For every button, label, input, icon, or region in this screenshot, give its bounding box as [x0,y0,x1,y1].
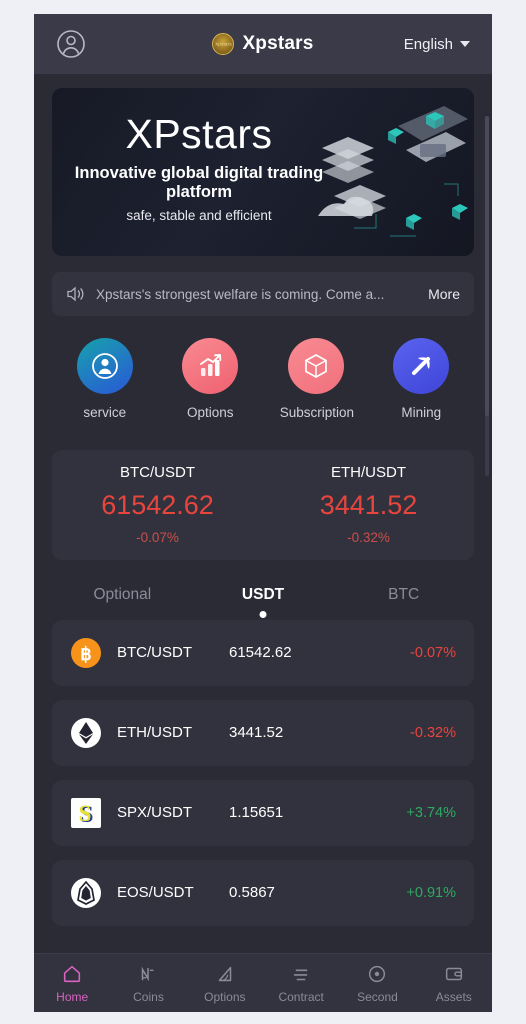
bottom-navigation: Home Coins Options Contract Second Asset… [34,953,492,1012]
tab-label: BTC [388,585,420,603]
nav-label: Options [204,989,246,1004]
target-icon [369,965,386,982]
chevron-down-icon [460,41,470,47]
scroll-container: XPstars Innovative global digital tradin… [34,74,492,953]
quick-action-options[interactable]: Options [158,338,264,422]
nav-item-second[interactable]: Second [339,963,415,1004]
price-card-change: -0.32% [347,530,390,546]
eos-icon [70,877,102,909]
quick-action-label: Mining [401,405,442,420]
nav-label: Coins [133,989,164,1004]
app-viewport: Xpstars Xpstars English XPstars Innovati… [34,14,492,1012]
spx-icon: S S [70,797,102,829]
customer-service-icon [76,338,133,394]
nav-item-assets[interactable]: Assets [416,963,492,1004]
active-tab-indicator [259,610,267,618]
nav-label: Assets [435,989,472,1004]
row-change: -0.32% [410,724,456,741]
price-card-eth[interactable]: ETH/USDT 3441.52 -0.32% [263,464,474,545]
nav-item-coins[interactable]: Coins [110,963,186,1004]
tab-btc[interactable]: BTC [333,586,474,620]
nav-item-home[interactable]: Home [34,963,110,1004]
language-selector[interactable]: English [404,36,470,53]
svg-text:฿: ฿ [80,644,91,664]
wallet-icon [445,967,462,980]
row-price: 61542.62 [229,644,292,662]
language-label: English [403,35,453,53]
triangle-icon [218,966,232,981]
announcement-bar[interactable]: Xpstars's strongest welfare is coming. C… [52,272,474,316]
price-card-pair: ETH/USDT [331,464,406,482]
tab-usdt[interactable]: USDT [193,586,334,620]
table-row[interactable]: ฿ BTC/USDT 61542.62 -0.07% [52,619,474,686]
price-summary: BTC/USDT 61542.62 -0.07% ETH/USDT 3441.5… [52,449,474,560]
table-row[interactable]: EOS/USDT 0.5867 +0.91% [52,859,474,926]
market-tabs: Optional USDT BTC [52,586,474,620]
bar-chart-arrow-icon [182,338,239,394]
brand-name: Xpstars [242,33,314,54]
app-header: Xpstars Xpstars English [34,14,492,74]
logo-seal-text: Xpstars [215,41,232,47]
price-card-pair: BTC/USDT [120,464,195,482]
row-change: -0.07% [410,644,456,661]
quick-action-label: Subscription [279,405,355,420]
tab-optional[interactable]: Optional [52,586,193,620]
row-price: 0.5867 [229,884,275,902]
announcement-more-link[interactable]: More [428,286,460,302]
price-card-btc[interactable]: BTC/USDT 61542.62 -0.07% [52,464,263,545]
quick-action-mining[interactable]: Mining [369,338,475,422]
tab-label: Optional [93,585,152,603]
ethereum-icon [70,717,102,749]
speaker-icon [67,286,84,302]
nav-label: Second [357,989,398,1004]
row-symbol: EOS/USDT [117,884,194,902]
row-symbol: BTC/USDT [117,644,192,662]
tab-label: USDT [241,585,285,603]
quick-action-label: Options [186,405,234,420]
quick-action-service[interactable]: service [52,338,158,422]
lines-icon [293,969,308,980]
svg-text:S: S [79,801,92,826]
row-price: 1.15651 [229,804,284,822]
row-symbol: ETH/USDT [117,724,192,742]
nav-item-options[interactable]: Options [187,963,263,1004]
row-price: 3441.52 [229,724,284,742]
scrollbar-thumb[interactable] [485,116,489,416]
nav-label: Home [56,989,89,1004]
xpstars-logo-icon: Xpstars [212,33,235,55]
announcement-text: Xpstars's strongest welfare is coming. C… [96,286,385,302]
table-row[interactable]: ETH/USDT 3441.52 -0.32% [52,699,474,766]
promo-banner[interactable]: XPstars Innovative global digital tradin… [52,88,474,256]
user-circle-icon[interactable] [56,29,86,59]
table-row[interactable]: S S SPX/USDT 1.15651 +3.74% [52,779,474,846]
zigzag-icon [142,966,154,981]
row-change: +3.74% [406,804,456,821]
cube-icon [287,338,344,394]
home-icon [64,965,81,982]
price-card-change: -0.07% [136,530,179,546]
pickaxe-icon [393,338,450,394]
banner-illustration [318,106,468,237]
quick-action-label: service [83,405,127,420]
bitcoin-icon: ฿ [70,637,102,669]
row-change: +0.91% [406,884,456,901]
row-symbol: SPX/USDT [117,804,193,822]
nav-label: Contract [278,989,324,1004]
quick-actions: service Options Subscription Mining [52,338,474,422]
quick-action-subscription[interactable]: Subscription [263,338,369,422]
vertical-scrollbar[interactable] [485,116,489,476]
price-card-value: 3441.52 [319,490,418,521]
price-card-value: 61542.62 [101,490,214,521]
nav-item-contract[interactable]: Contract [263,963,339,1004]
